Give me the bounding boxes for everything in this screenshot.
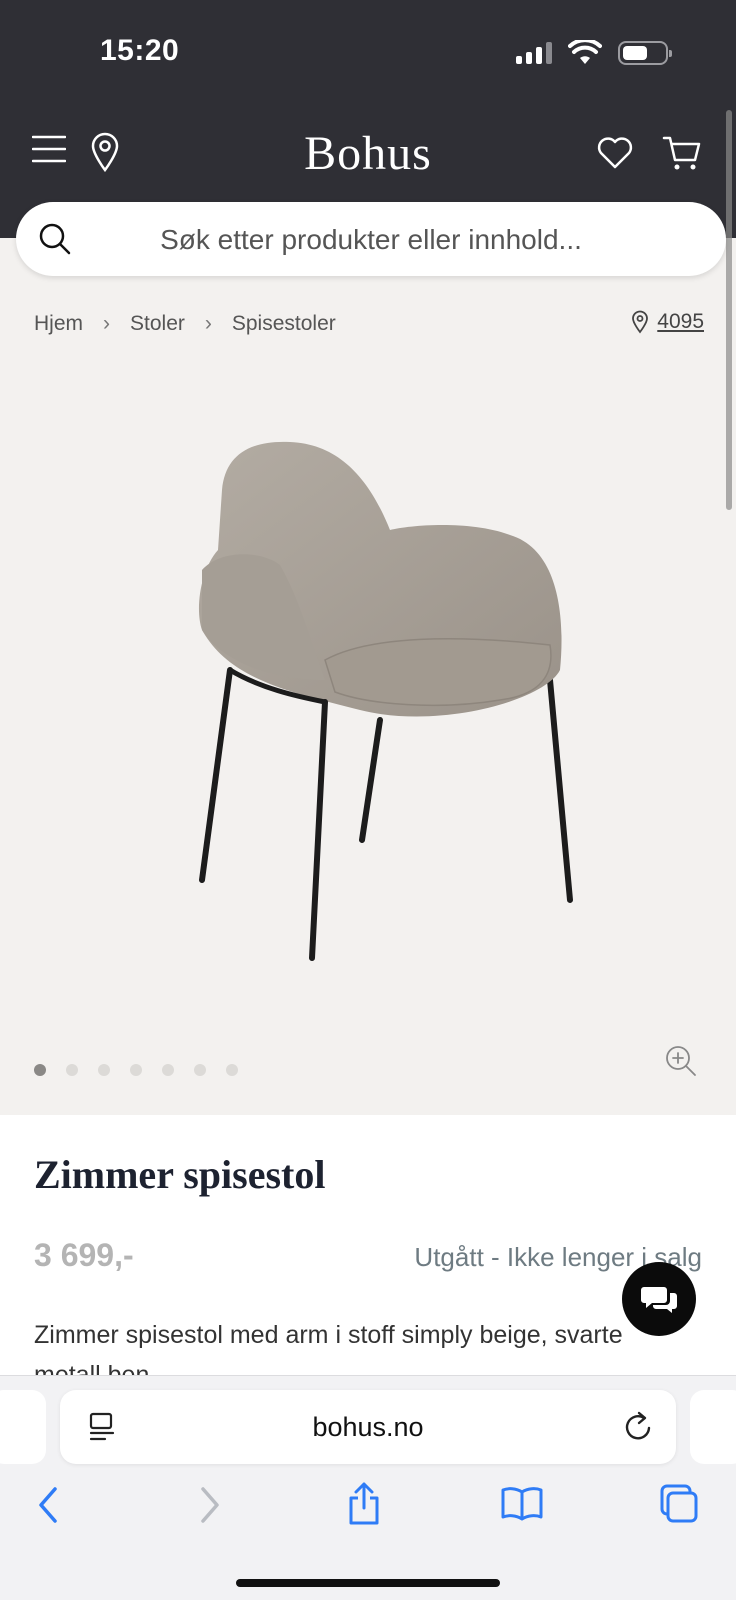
next-tab-preview[interactable] <box>690 1390 736 1464</box>
home-indicator[interactable] <box>236 1579 500 1587</box>
gallery-dot[interactable] <box>226 1064 238 1076</box>
chevron-right-icon: › <box>204 312 212 335</box>
chat-button[interactable] <box>622 1262 696 1336</box>
product-price: 3 699,- <box>34 1237 134 1273</box>
heart-icon[interactable] <box>596 136 634 170</box>
cellular-signal-icon <box>516 42 552 64</box>
status-icons <box>516 40 672 66</box>
breadcrumb: Hjem › Stoler › Spisestoler <box>34 312 336 336</box>
address-bar[interactable]: bohus.no <box>60 1390 676 1464</box>
gallery-dot[interactable] <box>162 1064 174 1076</box>
breadcrumb-dining-chairs[interactable]: Spisestoler <box>232 312 336 336</box>
zoom-in-icon[interactable] <box>664 1044 698 1078</box>
forward-icon[interactable] <box>198 1486 222 1524</box>
product-title: Zimmer spisestol <box>34 1152 326 1197</box>
back-icon[interactable] <box>36 1486 60 1524</box>
wifi-icon <box>568 40 602 64</box>
store-code[interactable]: 4095 <box>657 310 704 334</box>
search-bar[interactable]: Søk etter produkter eller innhold... <box>16 202 726 276</box>
tabs-icon[interactable] <box>658 1484 700 1524</box>
gallery-dot[interactable] <box>34 1064 46 1076</box>
share-icon[interactable] <box>346 1480 382 1526</box>
reload-icon[interactable] <box>624 1410 654 1442</box>
chat-icon <box>641 1287 677 1313</box>
product-info: Zimmer spisestol 3 699,- Utgått - Ikke l… <box>0 1115 736 1389</box>
product-image[interactable] <box>140 430 600 990</box>
previous-tab-preview[interactable] <box>0 1390 46 1464</box>
chevron-right-icon: › <box>103 312 111 335</box>
breadcrumb-home[interactable]: Hjem <box>34 312 83 336</box>
gallery-dot[interactable] <box>194 1064 206 1076</box>
cart-icon[interactable] <box>662 134 702 172</box>
url-text[interactable]: bohus.no <box>60 1412 676 1443</box>
breadcrumb-chairs[interactable]: Stoler <box>130 312 185 336</box>
page-scrollbar[interactable] <box>726 110 732 510</box>
location-pin-icon <box>632 310 649 334</box>
browser-chrome: bohus.no <box>0 1375 736 1600</box>
store-selector[interactable]: 4095 <box>631 310 704 334</box>
search-input[interactable]: Søk etter produkter eller innhold... <box>16 224 726 256</box>
gallery-dot[interactable] <box>130 1064 142 1076</box>
gallery-dot[interactable] <box>66 1064 78 1076</box>
status-time: 15:20 <box>100 34 180 67</box>
bookmarks-icon[interactable] <box>500 1484 544 1522</box>
battery-icon <box>618 41 672 65</box>
gallery-dot[interactable] <box>98 1064 110 1076</box>
gallery-pagination <box>34 1064 238 1076</box>
